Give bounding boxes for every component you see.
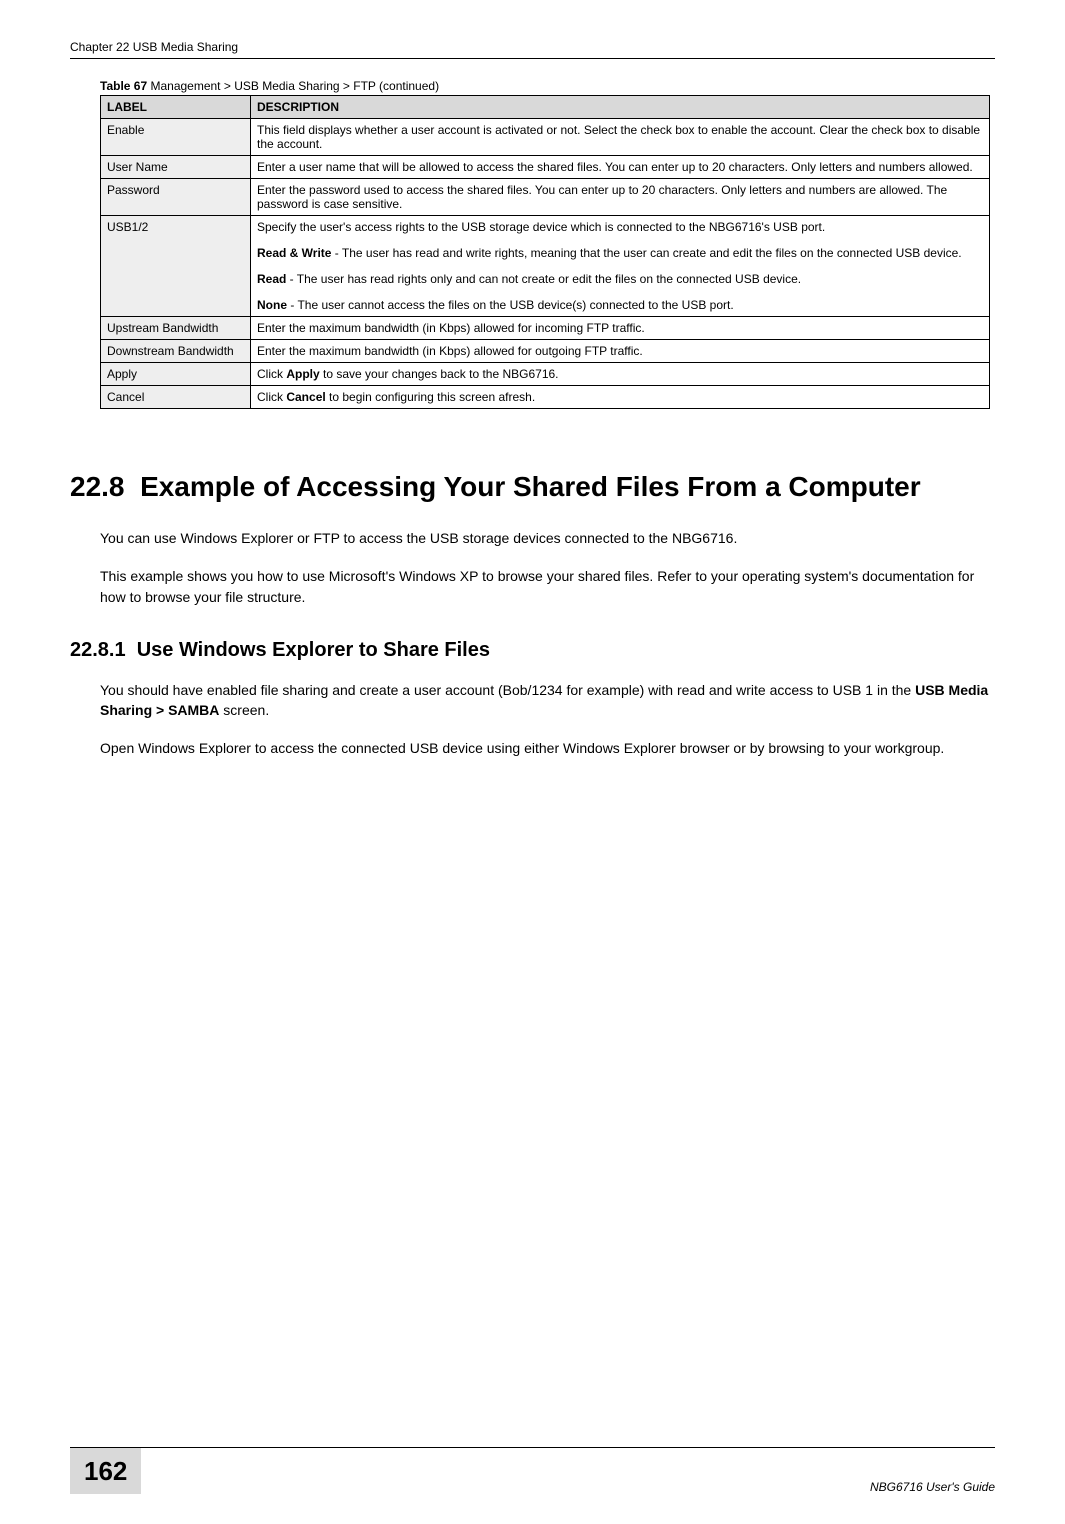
- subsection-number: 22.8.1: [70, 639, 126, 661]
- description-paragraph: Read & Write - The user has read and wri…: [257, 246, 983, 260]
- row-label: USB1/2: [101, 216, 251, 317]
- description-paragraph: Enter the password used to access the sh…: [257, 183, 983, 211]
- description-paragraph: Enter the maximum bandwidth (in Kbps) al…: [257, 321, 983, 335]
- row-description: Specify the user's access rights to the …: [251, 216, 990, 317]
- row-label: Downstream Bandwidth: [101, 340, 251, 363]
- table-row: Upstream Bandwidth Enter the maximum band…: [101, 317, 990, 340]
- row-description: Enter the maximum bandwidth (in Kbps) al…: [251, 340, 990, 363]
- row-label: Apply: [101, 363, 251, 386]
- description-paragraph: Enter the maximum bandwidth (in Kbps) al…: [257, 344, 983, 358]
- body-paragraph: This example shows you how to use Micros…: [100, 566, 995, 607]
- description-paragraph: Click Cancel to begin configuring this s…: [257, 390, 983, 404]
- description-paragraph: Click Apply to save your changes back to…: [257, 367, 983, 381]
- row-description: Click Cancel to begin configuring this s…: [251, 386, 990, 409]
- col-header-description: DESCRIPTION: [251, 96, 990, 119]
- description-paragraph: Enter a user name that will be allowed t…: [257, 160, 983, 174]
- row-label: Upstream Bandwidth: [101, 317, 251, 340]
- row-description: Click Apply to save your changes back to…: [251, 363, 990, 386]
- subsection-title: Use Windows Explorer to Share Files: [137, 639, 490, 661]
- description-paragraph: This field displays whether a user accou…: [257, 123, 983, 151]
- description-paragraph: Read - The user has read rights only and…: [257, 272, 983, 286]
- table-header-row: LABEL DESCRIPTION: [101, 96, 990, 119]
- table-row: PasswordEnter the password used to acces…: [101, 179, 990, 216]
- section-heading: 22.8 Example of Accessing Your Shared Fi…: [70, 469, 995, 504]
- table-row: Cancel Click Cancel to begin configuring …: [101, 386, 990, 409]
- description-paragraph: None - The user cannot access the files …: [257, 298, 983, 312]
- table-row: USB1/2 Specify the user's access rights t…: [101, 216, 990, 317]
- page-number: 162: [70, 1448, 141, 1494]
- table-row: Apply Click Apply to save your changes ba…: [101, 363, 990, 386]
- description-paragraph: Specify the user's access rights to the …: [257, 220, 983, 234]
- row-label: Cancel: [101, 386, 251, 409]
- section-number: 22.8: [70, 471, 125, 502]
- section-title: Example of Accessing Your Shared Files F…: [140, 471, 921, 502]
- table-row: EnableThis field displays whether a user…: [101, 119, 990, 156]
- chapter-heading: Chapter 22 USB Media Sharing: [70, 40, 995, 54]
- row-description: This field displays whether a user accou…: [251, 119, 990, 156]
- table-caption: Table 67 Management > USB Media Sharing …: [100, 79, 995, 93]
- row-description: Enter the password used to access the sh…: [251, 179, 990, 216]
- row-description: Enter the maximum bandwidth (in Kbps) al…: [251, 317, 990, 340]
- body-paragraph: You should have enabled file sharing and…: [100, 680, 995, 721]
- table-caption-number: Table 67: [100, 79, 147, 93]
- subsection-heading: 22.8.1 Use Windows Explorer to Share Fil…: [70, 639, 995, 662]
- row-description: Enter a user name that will be allowed t…: [251, 156, 990, 179]
- table-row: User Name Enter a user name that will be …: [101, 156, 990, 179]
- body-paragraph: Open Windows Explorer to access the conn…: [100, 738, 995, 758]
- row-label: User Name: [101, 156, 251, 179]
- row-label: Password: [101, 179, 251, 216]
- col-header-label: LABEL: [101, 96, 251, 119]
- body-paragraph: You can use Windows Explorer or FTP to a…: [100, 528, 995, 548]
- row-label: Enable: [101, 119, 251, 156]
- table-row: Downstream Bandwidth Enter the maximum ba…: [101, 340, 990, 363]
- table-caption-text: Management > USB Media Sharing > FTP (co…: [147, 79, 439, 93]
- ftp-settings-table: LABEL DESCRIPTION EnableThis field displ…: [100, 95, 990, 409]
- footer-guide-name: NBG6716 User's Guide: [870, 1474, 995, 1494]
